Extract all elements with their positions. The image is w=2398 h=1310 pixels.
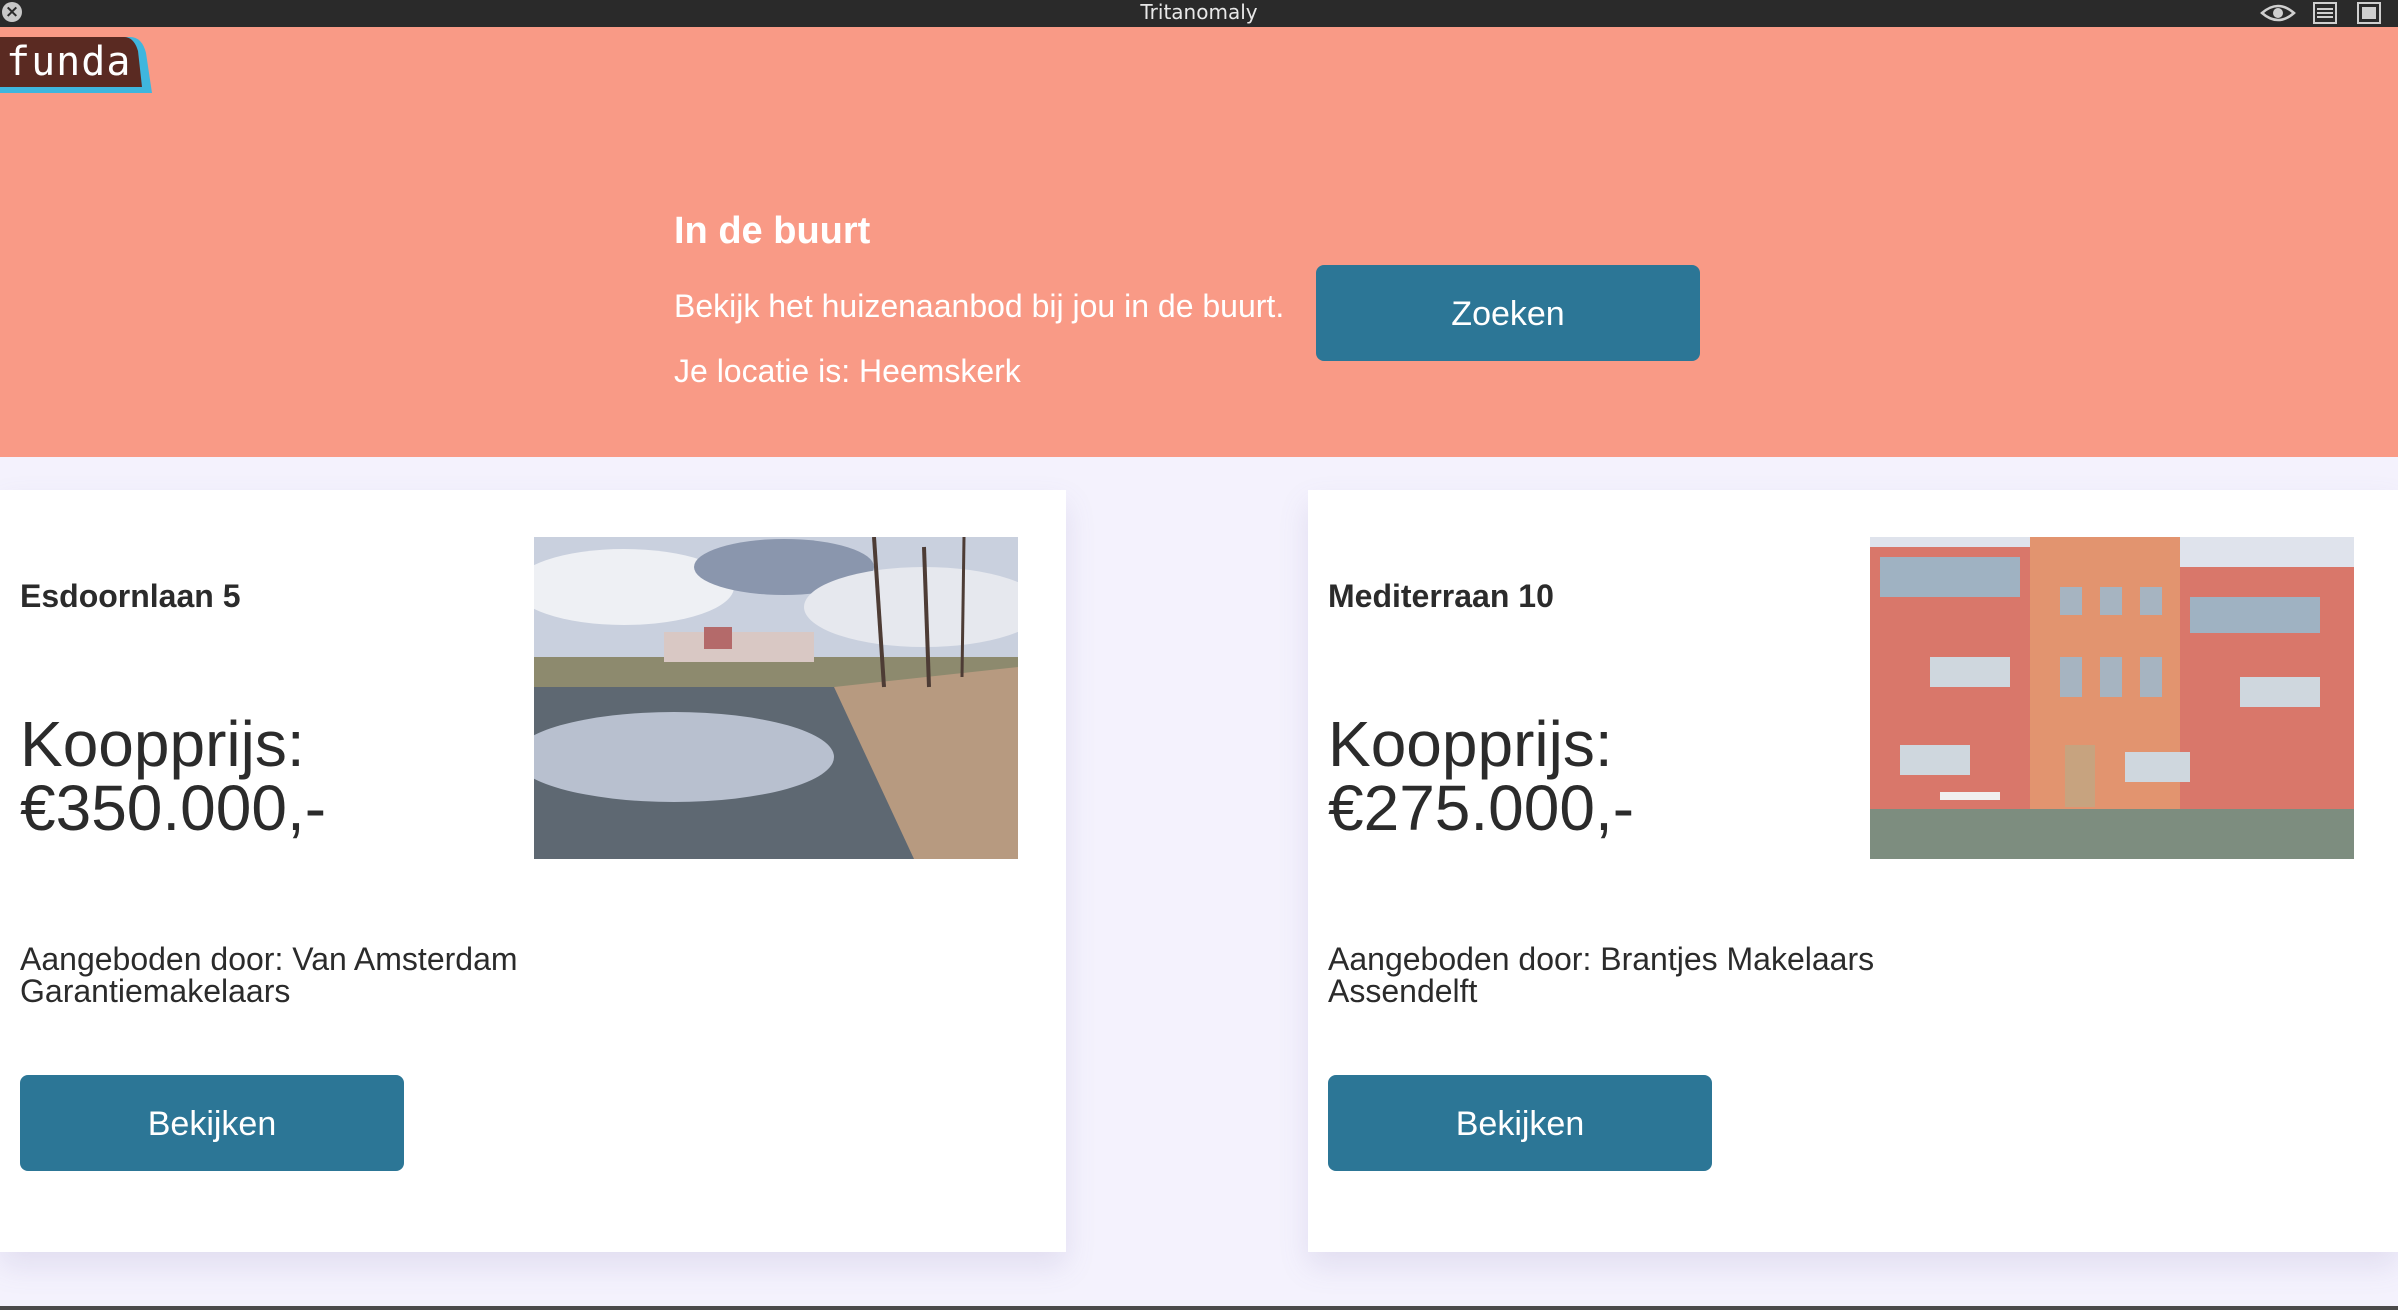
- view-listing-button[interactable]: Bekijken: [20, 1075, 404, 1171]
- hero-title: In de buurt: [674, 210, 871, 252]
- price-value: €350.000,-: [20, 772, 327, 844]
- window-titlebar: × Tritanomaly: [0, 0, 2398, 27]
- listing-price: Koopprijs: €275.000,-: [1328, 712, 1828, 840]
- hero-banner: funda In de buurt Bekijk het huizenaanbo…: [0, 27, 2398, 457]
- listing-street[interactable]: Esdoornlaan 5: [20, 578, 241, 615]
- listing-agent: Aangeboden door: Van Amsterdam Garantiem…: [20, 941, 518, 1009]
- list-view-icon[interactable]: [2312, 1, 2338, 25]
- price-label: Koopprijs:: [20, 708, 305, 780]
- window-title: Tritanomaly: [1140, 0, 1258, 24]
- search-button[interactable]: Zoeken: [1316, 265, 1700, 361]
- price-value: €275.000,-: [1328, 772, 1635, 844]
- price-label: Koopprijs:: [1328, 708, 1613, 780]
- listing-street[interactable]: Mediterraan 10: [1328, 578, 1554, 615]
- listing-card: Mediterraan 10 Koopprijs: €275.000,- Aan…: [1308, 490, 2398, 1252]
- funda-logo[interactable]: funda: [0, 31, 152, 97]
- logo-text: funda: [6, 39, 132, 85]
- listing-card: Esdoornlaan 5 Koopprijs: €350.000,- Aang…: [0, 490, 1066, 1252]
- listing-agent: Aangeboden door: Brantjes Makelaars Asse…: [1328, 941, 1875, 1009]
- bottom-border: [0, 1306, 2398, 1310]
- panel-icon[interactable]: [2356, 1, 2382, 25]
- listing-photo[interactable]: [534, 537, 1018, 859]
- listing-photo[interactable]: [1870, 537, 2354, 859]
- eye-icon[interactable]: [2260, 1, 2296, 25]
- location-text: Je locatie is: Heemskerk: [674, 353, 1021, 389]
- hero-description: Bekijk het huizenaanbod bij jou in de bu…: [674, 288, 1285, 324]
- view-listing-button[interactable]: Bekijken: [1328, 1075, 1712, 1171]
- listing-price: Koopprijs: €350.000,-: [20, 712, 520, 840]
